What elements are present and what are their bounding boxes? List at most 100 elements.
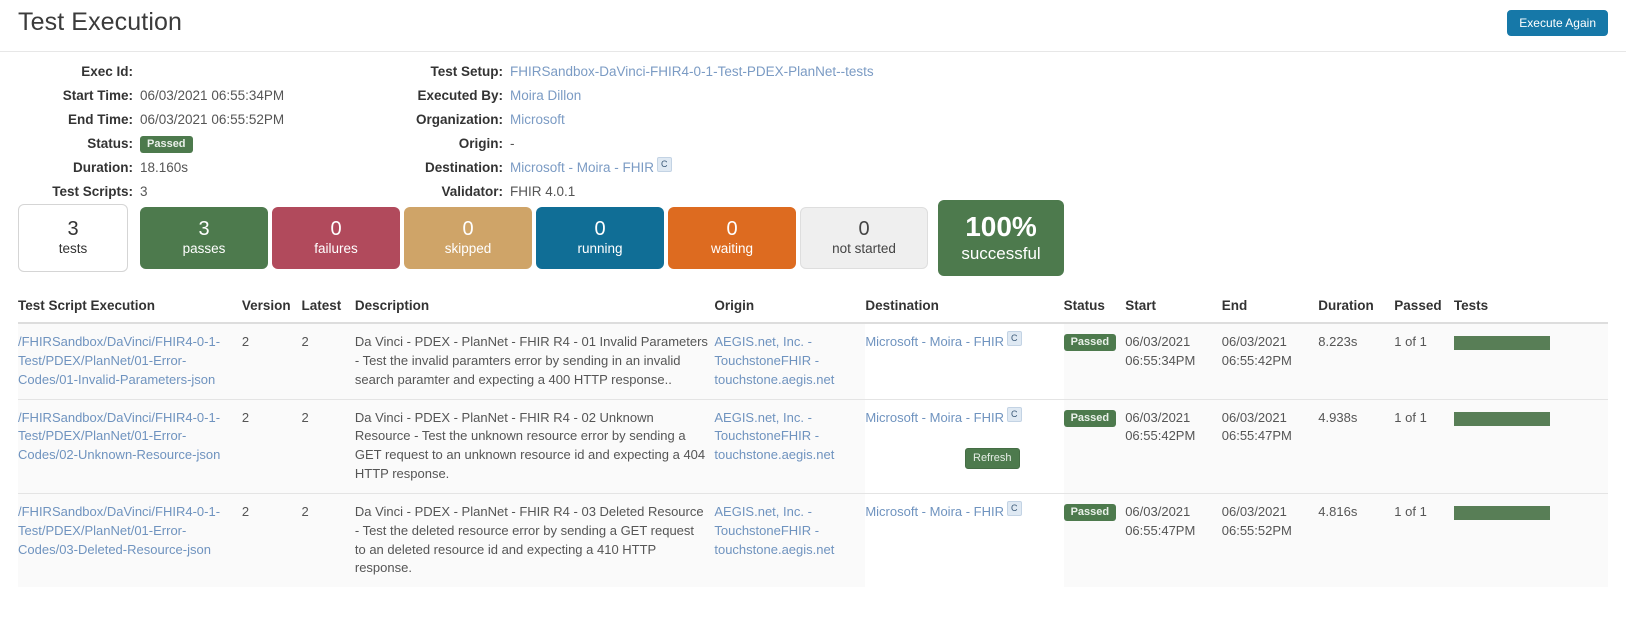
test-script-link[interactable]: /FHIRSandbox/DaVinci/FHIR4-0-1-Test/PDEX…: [18, 334, 220, 387]
summary-row: Executed By:Moira Dillon: [380, 88, 1280, 112]
summary-value[interactable]: FHIRSandbox-DaVinci-FHIR4-0-1-Test-PDEX-…: [510, 64, 874, 79]
stat-tile-label: running: [577, 241, 622, 258]
stat-tile-label: skipped: [445, 241, 492, 258]
stat-tile-value: 0: [594, 218, 605, 241]
col-description[interactable]: Description: [355, 290, 714, 323]
table-row[interactable]: /FHIRSandbox/DaVinci/FHIR4-0-1-Test/PDEX…: [18, 323, 1608, 399]
destination-inner: Microsoft - Moira - FHIRC: [865, 503, 1057, 559]
origin-link[interactable]: AEGIS.net, Inc. - TouchstoneFHIR - touch…: [714, 410, 834, 463]
start-date: 06/03/2021: [1125, 409, 1216, 428]
destination-link[interactable]: Microsoft - Moira - FHIR: [865, 334, 1004, 349]
cell-duration: 8.223s: [1318, 323, 1394, 399]
stat-tile-waiting[interactable]: 0waiting: [668, 207, 796, 269]
stat-tile-skipped[interactable]: 0skipped: [404, 207, 532, 269]
summary-value-text: Moira Dillon: [510, 88, 581, 103]
col-duration[interactable]: Duration: [1318, 290, 1394, 323]
stats-tiles: 3tests3passes0failures0skipped0running0w…: [0, 200, 1626, 290]
summary-value: 18.160s: [140, 160, 188, 175]
stat-tile-value: 0: [462, 218, 473, 241]
summary-term: Start Time:: [0, 88, 140, 103]
stat-tile-value: 0: [330, 218, 341, 241]
cell-test-script-execution[interactable]: /FHIRSandbox/DaVinci/FHIR4-0-1-Test/PDEX…: [18, 493, 242, 587]
stat-tile-successful[interactable]: 100%successful: [938, 200, 1064, 276]
col-version[interactable]: Version: [242, 290, 302, 323]
end-date: 06/03/2021: [1222, 503, 1313, 522]
col-passed[interactable]: Passed: [1394, 290, 1454, 323]
test-script-link[interactable]: /FHIRSandbox/DaVinci/FHIR4-0-1-Test/PDEX…: [18, 410, 220, 463]
col-start[interactable]: Start: [1125, 290, 1222, 323]
destination-link[interactable]: Microsoft - Moira - FHIR: [865, 504, 1004, 519]
summary-value: Passed: [140, 136, 193, 154]
col-tests[interactable]: Tests: [1454, 290, 1608, 323]
origin-link[interactable]: AEGIS.net, Inc. - TouchstoneFHIR - touch…: [714, 334, 834, 387]
origin-link[interactable]: AEGIS.net, Inc. - TouchstoneFHIR - touch…: [714, 504, 834, 557]
stat-tile-value: 3: [198, 218, 209, 241]
start-time: 06:55:34PM: [1125, 352, 1216, 371]
summary-value: 3: [140, 184, 148, 199]
col-status[interactable]: Status: [1064, 290, 1126, 323]
page-header: Test Execution Execute Again: [0, 0, 1626, 52]
status-badge: Passed: [1064, 410, 1117, 427]
summary-left-column: Exec Id: Start Time:06/03/2021 06:55:34PM…: [0, 64, 400, 208]
summary-row: Test Setup:FHIRSandbox-DaVinci-FHIR4-0-1…: [380, 64, 1280, 88]
status-badge: Passed: [140, 136, 193, 153]
stat-tile-not-started[interactable]: 0not started: [800, 207, 928, 269]
stat-tile-passes[interactable]: 3passes: [140, 207, 268, 269]
start-time: 06:55:47PM: [1125, 522, 1216, 541]
summary-row: Duration:18.160s: [0, 160, 400, 184]
col-destination[interactable]: Destination: [865, 290, 1063, 323]
stat-tile-failures[interactable]: 0failures: [272, 207, 400, 269]
summary-term: Origin:: [380, 136, 510, 151]
col-end[interactable]: End: [1222, 290, 1319, 323]
stat-tile-label: passes: [183, 241, 226, 258]
cell-destination[interactable]: Microsoft - Moira - FHIRC: [865, 399, 1063, 493]
test-script-link[interactable]: /FHIRSandbox/DaVinci/FHIR4-0-1-Test/PDEX…: [18, 504, 220, 557]
end-date: 06/03/2021: [1222, 333, 1313, 352]
stat-tile-running[interactable]: 0running: [536, 207, 664, 269]
stat-tile-tests[interactable]: 3tests: [18, 204, 128, 272]
col-test-script-execution[interactable]: Test Script Execution: [18, 290, 242, 323]
client-badge-icon: C: [1007, 331, 1022, 346]
summary-value[interactable]: Microsoft - Moira - FHIRC: [510, 160, 672, 177]
test-script-execution-table: Test Script Execution Version Latest Des…: [18, 290, 1608, 587]
refresh-button[interactable]: Refresh: [965, 448, 1020, 469]
end-time: 06:55:47PM: [1222, 427, 1313, 446]
table-row[interactable]: /FHIRSandbox/DaVinci/FHIR4-0-1-Test/PDEX…: [18, 399, 1608, 493]
cell-origin[interactable]: AEGIS.net, Inc. - TouchstoneFHIR - touch…: [714, 493, 865, 587]
stat-tile-value: 0: [858, 218, 869, 241]
col-latest[interactable]: Latest: [301, 290, 354, 323]
cell-test-script-execution[interactable]: /FHIRSandbox/DaVinci/FHIR4-0-1-Test/PDEX…: [18, 399, 242, 493]
start-time: 06:55:42PM: [1125, 427, 1216, 446]
summary-value-text: Microsoft: [510, 112, 565, 127]
summary-value[interactable]: Microsoft: [510, 112, 565, 127]
cell-tests: [1454, 323, 1608, 399]
summary-term: Test Setup:: [380, 64, 510, 79]
cell-test-script-execution[interactable]: /FHIRSandbox/DaVinci/FHIR4-0-1-Test/PDEX…: [18, 323, 242, 399]
cell-latest: 2: [301, 399, 354, 493]
destination-link[interactable]: Microsoft - Moira - FHIR: [865, 410, 1004, 425]
summary-value[interactable]: Moira Dillon: [510, 88, 581, 103]
start-date: 06/03/2021: [1125, 333, 1216, 352]
cell-end: 06/03/202106:55:47PM: [1222, 399, 1319, 493]
tests-progress-bar: [1454, 506, 1550, 520]
summary-term: Executed By:: [380, 88, 510, 103]
cell-latest: 2: [301, 493, 354, 587]
test-script-execution-table-wrap: Test Script Execution Version Latest Des…: [0, 290, 1626, 587]
cell-destination[interactable]: Microsoft - Moira - FHIRC: [865, 493, 1063, 587]
table-row[interactable]: /FHIRSandbox/DaVinci/FHIR4-0-1-Test/PDEX…: [18, 493, 1608, 587]
cell-description: Da Vinci - PDEX - PlanNet - FHIR R4 - 03…: [355, 493, 714, 587]
cell-origin[interactable]: AEGIS.net, Inc. - TouchstoneFHIR - touch…: [714, 323, 865, 399]
cell-start: 06/03/202106:55:47PM: [1125, 493, 1222, 587]
end-time: 06:55:52PM: [1222, 522, 1313, 541]
summary-term: Duration:: [0, 160, 140, 175]
cell-destination[interactable]: Microsoft - Moira - FHIRC: [865, 323, 1063, 399]
cell-description: Da Vinci - PDEX - PlanNet - FHIR R4 - 02…: [355, 399, 714, 493]
col-origin[interactable]: Origin: [714, 290, 865, 323]
end-time: 06:55:42PM: [1222, 352, 1313, 371]
client-badge-icon: C: [657, 157, 672, 172]
cell-status: Passed: [1064, 493, 1126, 587]
execute-again-button[interactable]: Execute Again: [1507, 10, 1608, 36]
cell-origin[interactable]: AEGIS.net, Inc. - TouchstoneFHIR - touch…: [714, 399, 865, 493]
summary-term: Exec Id:: [0, 64, 140, 79]
summary-value-text: 06/03/2021 06:55:34PM: [140, 88, 284, 103]
